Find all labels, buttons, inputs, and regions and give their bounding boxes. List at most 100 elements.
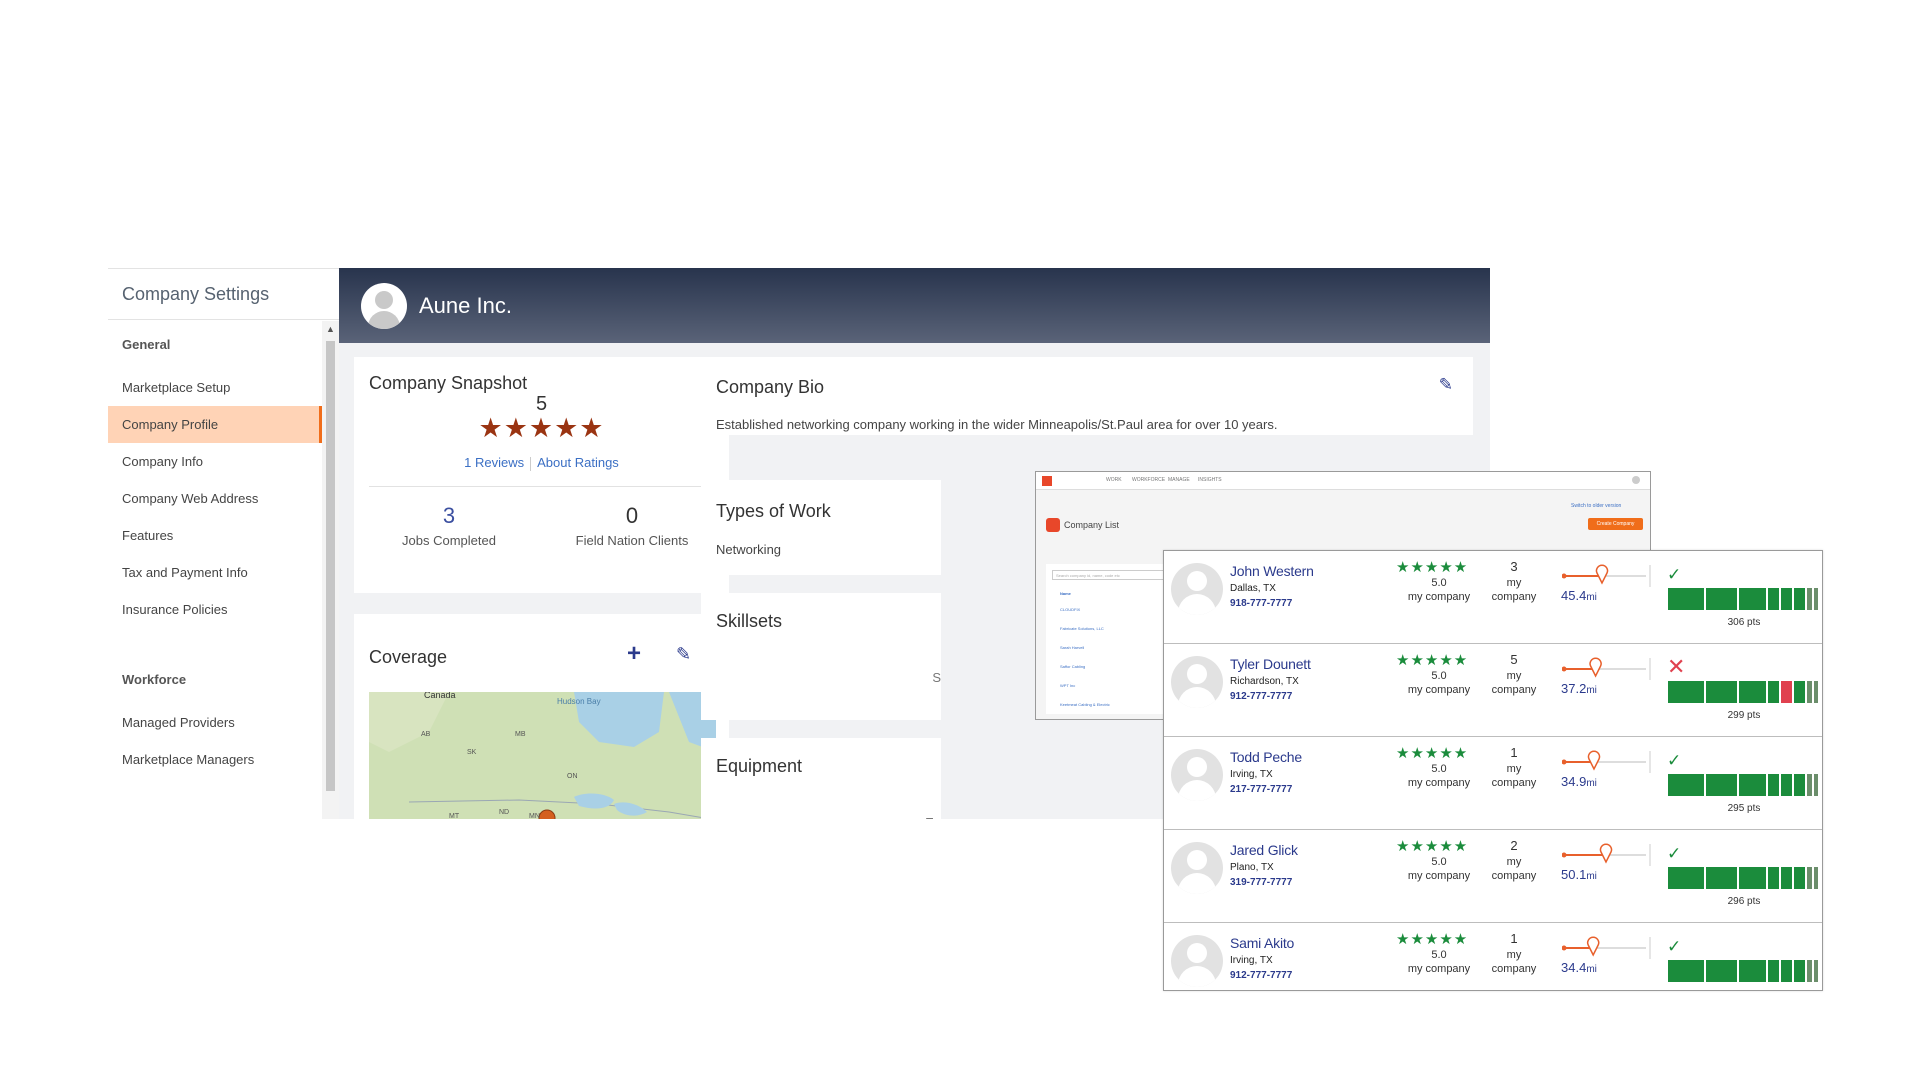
score-bar-segment xyxy=(1668,867,1705,889)
nav-insights[interactable]: INSIGHTS xyxy=(1198,477,1222,483)
company-row[interactable]: Keetmeat Cabling & Electric xyxy=(1060,702,1110,708)
sidebar-item-company-profile[interactable]: Company Profile xyxy=(108,406,322,443)
provider-name[interactable]: John Western xyxy=(1230,563,1314,579)
provider-avatar[interactable] xyxy=(1171,563,1223,615)
scroll-up-icon[interactable]: ▲ xyxy=(326,324,335,334)
provider-phone[interactable]: 912-777-7777 xyxy=(1230,970,1292,981)
provider-name[interactable]: Jared Glick xyxy=(1230,842,1298,858)
distance-slider[interactable] xyxy=(1562,842,1652,868)
skillsets-card: Skillsets S xyxy=(701,593,941,720)
add-coverage-icon[interactable]: + xyxy=(627,640,641,668)
provider-stars-icon: ★★★★★ xyxy=(1396,652,1469,669)
score-bar-segment xyxy=(1806,867,1813,889)
coverage-map[interactable]: Canada Hudson Bay AB SK MB ON MT ND MN S… xyxy=(369,692,716,819)
company-column-header[interactable]: Name xyxy=(1060,591,1071,597)
company-row[interactable]: CLOUDFIX xyxy=(1060,607,1080,613)
create-company-button[interactable]: Create Company xyxy=(1588,518,1643,530)
company-list-panel: Search company id, name, code etc Name C… xyxy=(1046,564,1176,714)
company-list-icon xyxy=(1046,518,1060,532)
distance-slider[interactable] xyxy=(1562,935,1652,961)
sidebar-item-marketplace-setup[interactable]: Marketplace Setup xyxy=(108,369,322,406)
provider-avatar[interactable] xyxy=(1171,749,1223,801)
provider-avatar[interactable] xyxy=(1171,656,1223,708)
provider-phone[interactable]: 912-777-7777 xyxy=(1230,691,1292,702)
provider-row[interactable]: Jared Glick Plano, TX 319-777-7777 ★★★★★ 5.0… xyxy=(1164,830,1822,923)
provider-phone[interactable]: 217-777-7777 xyxy=(1230,784,1292,795)
distance-slider[interactable] xyxy=(1562,656,1652,682)
about-ratings-link[interactable]: About Ratings xyxy=(537,455,619,470)
company-row[interactable]: Fabricate Solutions, LLC xyxy=(1060,626,1104,632)
location-pin-icon xyxy=(1587,750,1601,771)
map-label-nd: ND xyxy=(499,809,509,816)
sidebar-item-company-info[interactable]: Company Info xyxy=(108,443,322,480)
provider-row[interactable]: John Western Dallas, TX 918-777-7777 ★★★★★ 5… xyxy=(1164,551,1822,644)
provider-score: 5.0 xyxy=(1431,670,1447,682)
provider-row[interactable]: Sami Akito Irving, TX 912-777-7777 ★★★★★ 5.0… xyxy=(1164,923,1822,990)
provider-row[interactable]: Tyler Dounett Richardson, TX 912-777-7777 ★… xyxy=(1164,644,1822,737)
nav-workforce[interactable]: WORKFORCE xyxy=(1132,477,1165,483)
score-bar-segment xyxy=(1794,681,1805,703)
slider-start-dot xyxy=(1562,666,1567,672)
provider-points: 306 pts xyxy=(1727,617,1761,628)
provider-phone[interactable]: 918-777-7777 xyxy=(1230,598,1292,609)
sidebar-item-managed-providers[interactable]: Managed Providers xyxy=(108,704,322,741)
score-bar-segment xyxy=(1668,588,1705,610)
provider-distance: 45.4mi xyxy=(1561,588,1597,603)
status-check-icon: ✓ xyxy=(1667,565,1682,584)
provider-name[interactable]: Sami Akito xyxy=(1230,935,1294,951)
map-label-on: ON xyxy=(567,773,578,780)
distance-slider[interactable] xyxy=(1562,749,1652,775)
company-row[interactable]: Sarah Harvell xyxy=(1060,645,1084,651)
provider-score-label: my company xyxy=(1407,591,1471,603)
coverage-card: Coverage + ✎ Canada Hudson Bay AB SK MB … xyxy=(354,614,729,819)
profile-icon[interactable] xyxy=(1632,476,1640,484)
map-label-mt: MT xyxy=(449,813,460,819)
distance-unit: mi xyxy=(1586,592,1597,603)
nav-manage[interactable]: MANAGE xyxy=(1168,477,1190,483)
types-title: Types of Work xyxy=(716,501,831,521)
provider-count-label-1: my xyxy=(1506,577,1522,589)
brand-logo-icon xyxy=(1042,476,1052,486)
provider-avatar[interactable] xyxy=(1171,842,1223,894)
company-list-title: Company List xyxy=(1064,520,1120,530)
sidebar-item-marketplace-managers[interactable]: Marketplace Managers xyxy=(108,741,322,778)
scroll-thumb[interactable] xyxy=(326,341,335,791)
score-bar-segment xyxy=(1739,774,1767,796)
switch-version-link[interactable]: Switch to older version xyxy=(1571,503,1621,509)
score-bar-segment xyxy=(1781,960,1793,982)
company-row[interactable]: Saffor Cabling xyxy=(1060,664,1085,670)
provider-name[interactable]: Tyler Dounett xyxy=(1230,656,1311,672)
provider-stars-icon: ★★★★★ xyxy=(1396,931,1469,948)
reviews-link[interactable]: 1 Reviews xyxy=(464,455,524,470)
company-search-input[interactable]: Search company id, name, code etc xyxy=(1052,570,1167,580)
jobs-completed-stat[interactable]: 3 Jobs Completed xyxy=(359,503,539,548)
distance-slider[interactable] xyxy=(1562,563,1652,589)
provider-name[interactable]: Todd Peche xyxy=(1230,749,1302,765)
score-bar-segment xyxy=(1739,681,1767,703)
sidebar-item-tax-payment[interactable]: Tax and Payment Info xyxy=(108,554,322,591)
sidebar-item-company-web-address[interactable]: Company Web Address xyxy=(108,480,322,517)
sidebar-item-features[interactable]: Features xyxy=(108,517,322,554)
score-bar-segment xyxy=(1806,774,1813,796)
provider-row[interactable]: Todd Peche Irving, TX 217-777-7777 ★★★★★ 5.0… xyxy=(1164,737,1822,830)
edit-bio-icon[interactable]: ✎ xyxy=(1439,375,1453,395)
provider-avatar[interactable] xyxy=(1171,935,1223,987)
sidebar-item-insurance[interactable]: Insurance Policies xyxy=(108,591,322,628)
map-label-canada: Canada xyxy=(424,692,456,700)
score-bar-segment xyxy=(1706,867,1738,889)
provider-score-label: my company xyxy=(1407,870,1471,882)
company-avatar[interactable] xyxy=(361,282,407,329)
edit-coverage-icon[interactable]: ✎ xyxy=(676,644,691,665)
equipment-fragment: Eq xyxy=(925,815,941,819)
company-row[interactable]: WPT Inc xyxy=(1060,683,1075,689)
slider-start-dot xyxy=(1562,945,1567,951)
sidebar-scrollbar[interactable]: ▲ xyxy=(322,321,339,819)
provider-phone[interactable]: 319-777-7777 xyxy=(1230,877,1292,888)
jobs-completed-label: Jobs Completed xyxy=(402,533,496,548)
company-snapshot-card: Company Snapshot 5 ★★★★★ 1 Reviews About … xyxy=(354,357,729,593)
distance-unit: mi xyxy=(1586,685,1597,696)
location-pin-icon xyxy=(1599,843,1613,864)
nav-work[interactable]: WORK xyxy=(1106,477,1122,483)
score-bar-segment xyxy=(1806,960,1813,982)
rating-links: 1 Reviews About Ratings xyxy=(354,455,729,471)
